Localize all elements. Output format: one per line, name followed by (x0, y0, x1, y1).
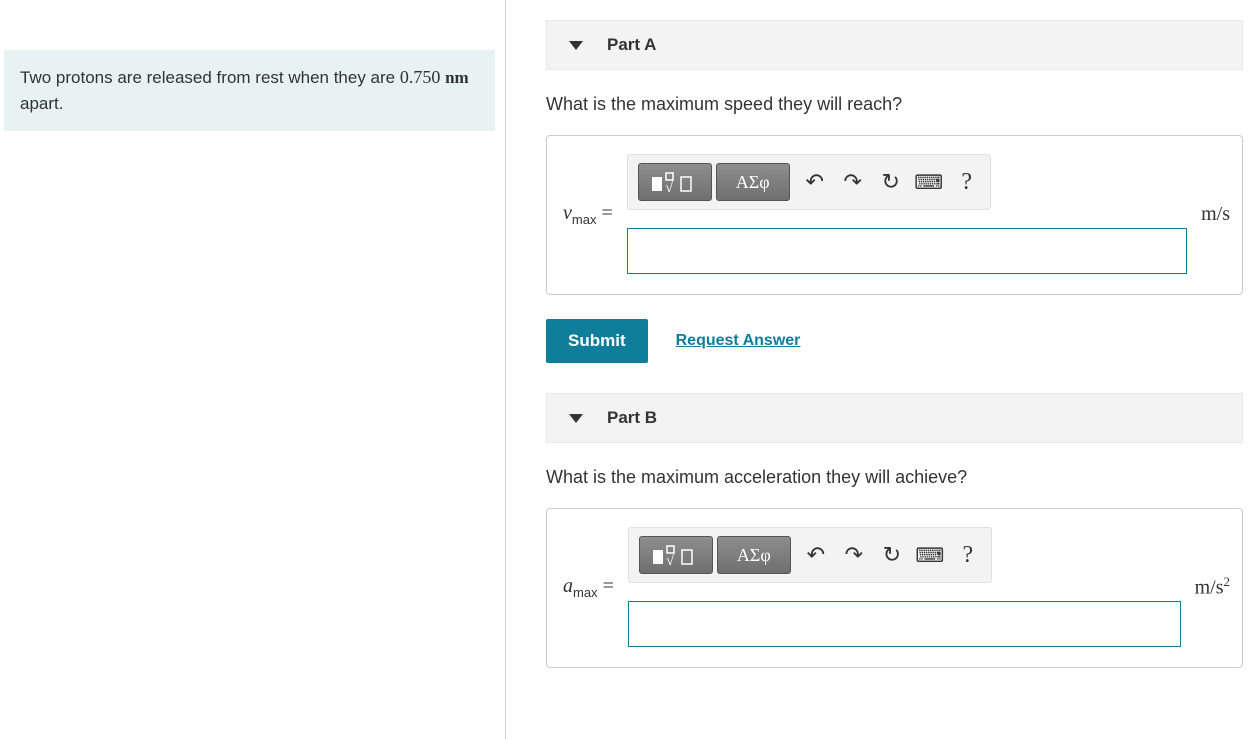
undo-icon[interactable]: ↶ (802, 169, 828, 195)
problem-text-2: apart. (20, 94, 63, 113)
part-b-unit: m/s2 (1195, 574, 1230, 600)
part-b-header[interactable]: Part B (546, 393, 1243, 443)
reset-icon[interactable]: ↻ (878, 169, 904, 195)
redo-icon[interactable]: ↷ (840, 169, 866, 195)
part-a-header[interactable]: Part A (546, 20, 1243, 70)
problem-text-1: Two protons are released from rest when … (20, 68, 400, 87)
part-a-answer-block: vmax = √ (546, 135, 1243, 295)
undo-icon[interactable]: ↶ (803, 542, 829, 568)
part-b-title: Part B (607, 408, 657, 428)
reset-icon[interactable]: ↻ (879, 542, 905, 568)
redo-icon[interactable]: ↷ (841, 542, 867, 568)
request-answer-link[interactable]: Request Answer (676, 332, 801, 350)
part-a-unit: m/s (1201, 203, 1230, 226)
part-a-variable: vmax = (563, 202, 613, 227)
part-a-input[interactable] (627, 228, 1187, 274)
problem-value: 0.750 (400, 67, 441, 87)
caret-down-icon (569, 414, 583, 423)
problem-statement: Two protons are released from rest when … (4, 50, 495, 131)
caret-down-icon (569, 41, 583, 50)
template-button[interactable]: √ (638, 163, 712, 201)
part-a-toolbar: √ ΑΣφ ↶ ↷ ↻ ⌨ (627, 154, 991, 210)
part-b-answer-block: amax = √ (546, 508, 1243, 668)
help-icon[interactable]: ? (955, 542, 981, 568)
greek-button[interactable]: ΑΣφ (716, 163, 790, 201)
keyboard-icon[interactable]: ⌨ (916, 169, 942, 195)
submit-button[interactable]: Submit (546, 319, 648, 363)
part-a-title: Part A (607, 35, 656, 55)
help-icon[interactable]: ? (954, 169, 980, 195)
svg-text:√: √ (665, 180, 674, 193)
part-b-input[interactable] (628, 601, 1181, 647)
svg-text:√: √ (666, 553, 675, 566)
keyboard-icon[interactable]: ⌨ (917, 542, 943, 568)
part-b-variable: amax = (563, 575, 614, 600)
part-b-question: What is the maximum acceleration they wi… (546, 467, 1243, 488)
problem-unit: nm (445, 68, 469, 87)
part-b-toolbar: √ ΑΣφ ↶ ↷ ↻ ⌨ (628, 527, 992, 583)
part-a-question: What is the maximum speed they will reac… (546, 94, 1243, 115)
greek-button[interactable]: ΑΣφ (717, 536, 791, 574)
template-button[interactable]: √ (639, 536, 713, 574)
